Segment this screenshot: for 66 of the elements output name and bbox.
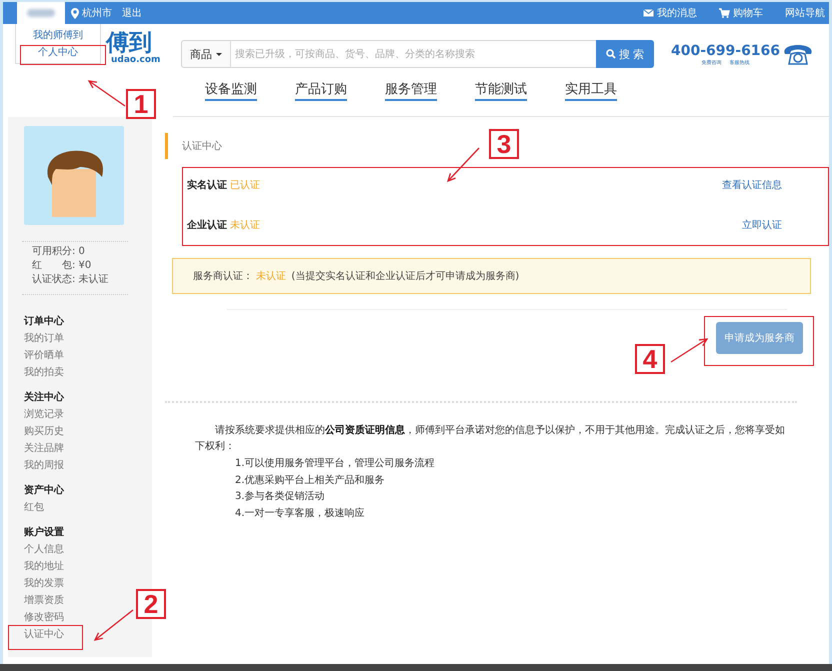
sidebar-item[interactable]: 我的周报 <box>24 457 64 474</box>
top-link[interactable]: 我的消息 <box>643 6 697 20</box>
menu-group-title: 订单中心 <box>24 314 64 329</box>
sidebar-item[interactable]: 认证中心 <box>24 626 64 643</box>
callout-arrow <box>670 338 708 363</box>
callout-arrow <box>88 80 126 107</box>
profile-stat: 红 包: ¥0 <box>32 259 92 273</box>
profile-stat: 可用积分: 0 <box>32 245 86 259</box>
apply-button[interactable]: 申请成为服务商 <box>716 322 803 354</box>
hotline-number: 400-699-6166 <box>671 42 780 58</box>
sidebar-item[interactable]: 增票资质 <box>24 592 64 609</box>
step-number: 3 <box>489 129 519 159</box>
menu-group-title: 账户设置 <box>24 525 64 540</box>
logo-domain: udao.com <box>111 55 160 65</box>
city-link[interactable]: 杭州市 <box>71 6 112 20</box>
dropdown-item[interactable]: 我的师傅到 <box>33 28 83 42</box>
nav-tab[interactable]: 实用工具 <box>565 80 617 101</box>
intro-paragraph: 请按系统要求提供相应的公司资质证明信息，师傅到平台承诺对您的信息予以保护，不用于其他用途。完成认证之后，您将享受如下权利： <box>195 424 785 454</box>
verification-link[interactable]: 立即认证 <box>742 218 782 232</box>
notice-text: 服务商认证： 未认证 (当提交实名认证和企业认证后才可申请成为服务商) <box>193 270 520 283</box>
sidebar-item[interactable]: 我的订单 <box>24 330 64 347</box>
sidebar-item[interactable]: 关注品牌 <box>24 440 64 457</box>
envelope-icon <box>643 8 654 18</box>
callout-arrow <box>446 148 480 182</box>
sidebar-item[interactable]: 我的拍卖 <box>24 364 64 381</box>
sidebar-item[interactable]: 评价晒单 <box>24 347 64 364</box>
nav-tab[interactable]: 服务管理 <box>385 80 437 101</box>
verification-link[interactable]: 查看认证信息 <box>722 178 782 192</box>
sidebar-item[interactable]: 购买历史 <box>24 423 64 440</box>
location-pin-icon <box>71 8 79 18</box>
category-dropdown[interactable]: 商品 <box>181 40 231 68</box>
logout-link[interactable]: 退出 <box>122 6 142 20</box>
benefit-item: 2.优惠采购平台上相关产品和服务 <box>235 474 386 488</box>
profile-stat: 认证状态: 未认证 <box>32 273 110 287</box>
benefit-item: 3.参与各类促销活动 <box>235 490 326 504</box>
telephone-icon <box>782 42 814 66</box>
blurred-username[interactable] <box>27 9 55 17</box>
nav-tab[interactable]: 设备监测 <box>205 80 257 101</box>
sidebar-item[interactable]: 修改密码 <box>24 609 64 626</box>
dropdown-item[interactable]: 个人中心 <box>38 45 78 59</box>
sidebar-item[interactable]: 我的地址 <box>24 558 64 575</box>
callout-arrow <box>94 610 134 641</box>
menu-group-title: 资产中心 <box>24 483 64 498</box>
logo-text: 傅到 <box>106 32 152 55</box>
caret-icon <box>216 52 222 56</box>
nav-tab[interactable]: 节能测试 <box>475 80 527 101</box>
sidebar-item[interactable]: 浏览记录 <box>24 406 64 423</box>
nav-tab[interactable]: 产品订购 <box>295 80 347 101</box>
search-icon <box>606 49 616 59</box>
search-field[interactable]: 搜索已升级，可按商品、货号、品牌、分类的名称搜索 <box>231 40 596 68</box>
sidebar-item[interactable]: 个人信息 <box>24 541 64 558</box>
top-link[interactable]: 购物车 <box>719 6 763 20</box>
sidebar-item[interactable]: 红包 <box>24 499 44 516</box>
sidebar-item[interactable]: 我的发票 <box>24 575 64 592</box>
step-number: 4 <box>635 344 665 374</box>
menu-group-title: 关注中心 <box>24 390 64 405</box>
benefit-item: 1.可以使用服务管理平台，管理公司服务流程 <box>235 456 436 471</box>
benefit-item: 4.一对一专享客服，极速响应 <box>235 506 366 520</box>
verification-label: 企业认证 未认证 <box>187 218 260 232</box>
step-number: 2 <box>136 589 166 619</box>
search-button[interactable]: 搜 索 <box>596 40 654 68</box>
top-link[interactable]: 网站导航 <box>785 6 825 20</box>
section-title: 认证中心 <box>165 133 222 159</box>
verification-label: 实名认证 已认证 <box>187 178 260 192</box>
step-number: 1 <box>126 89 156 119</box>
cart-icon <box>719 8 730 18</box>
